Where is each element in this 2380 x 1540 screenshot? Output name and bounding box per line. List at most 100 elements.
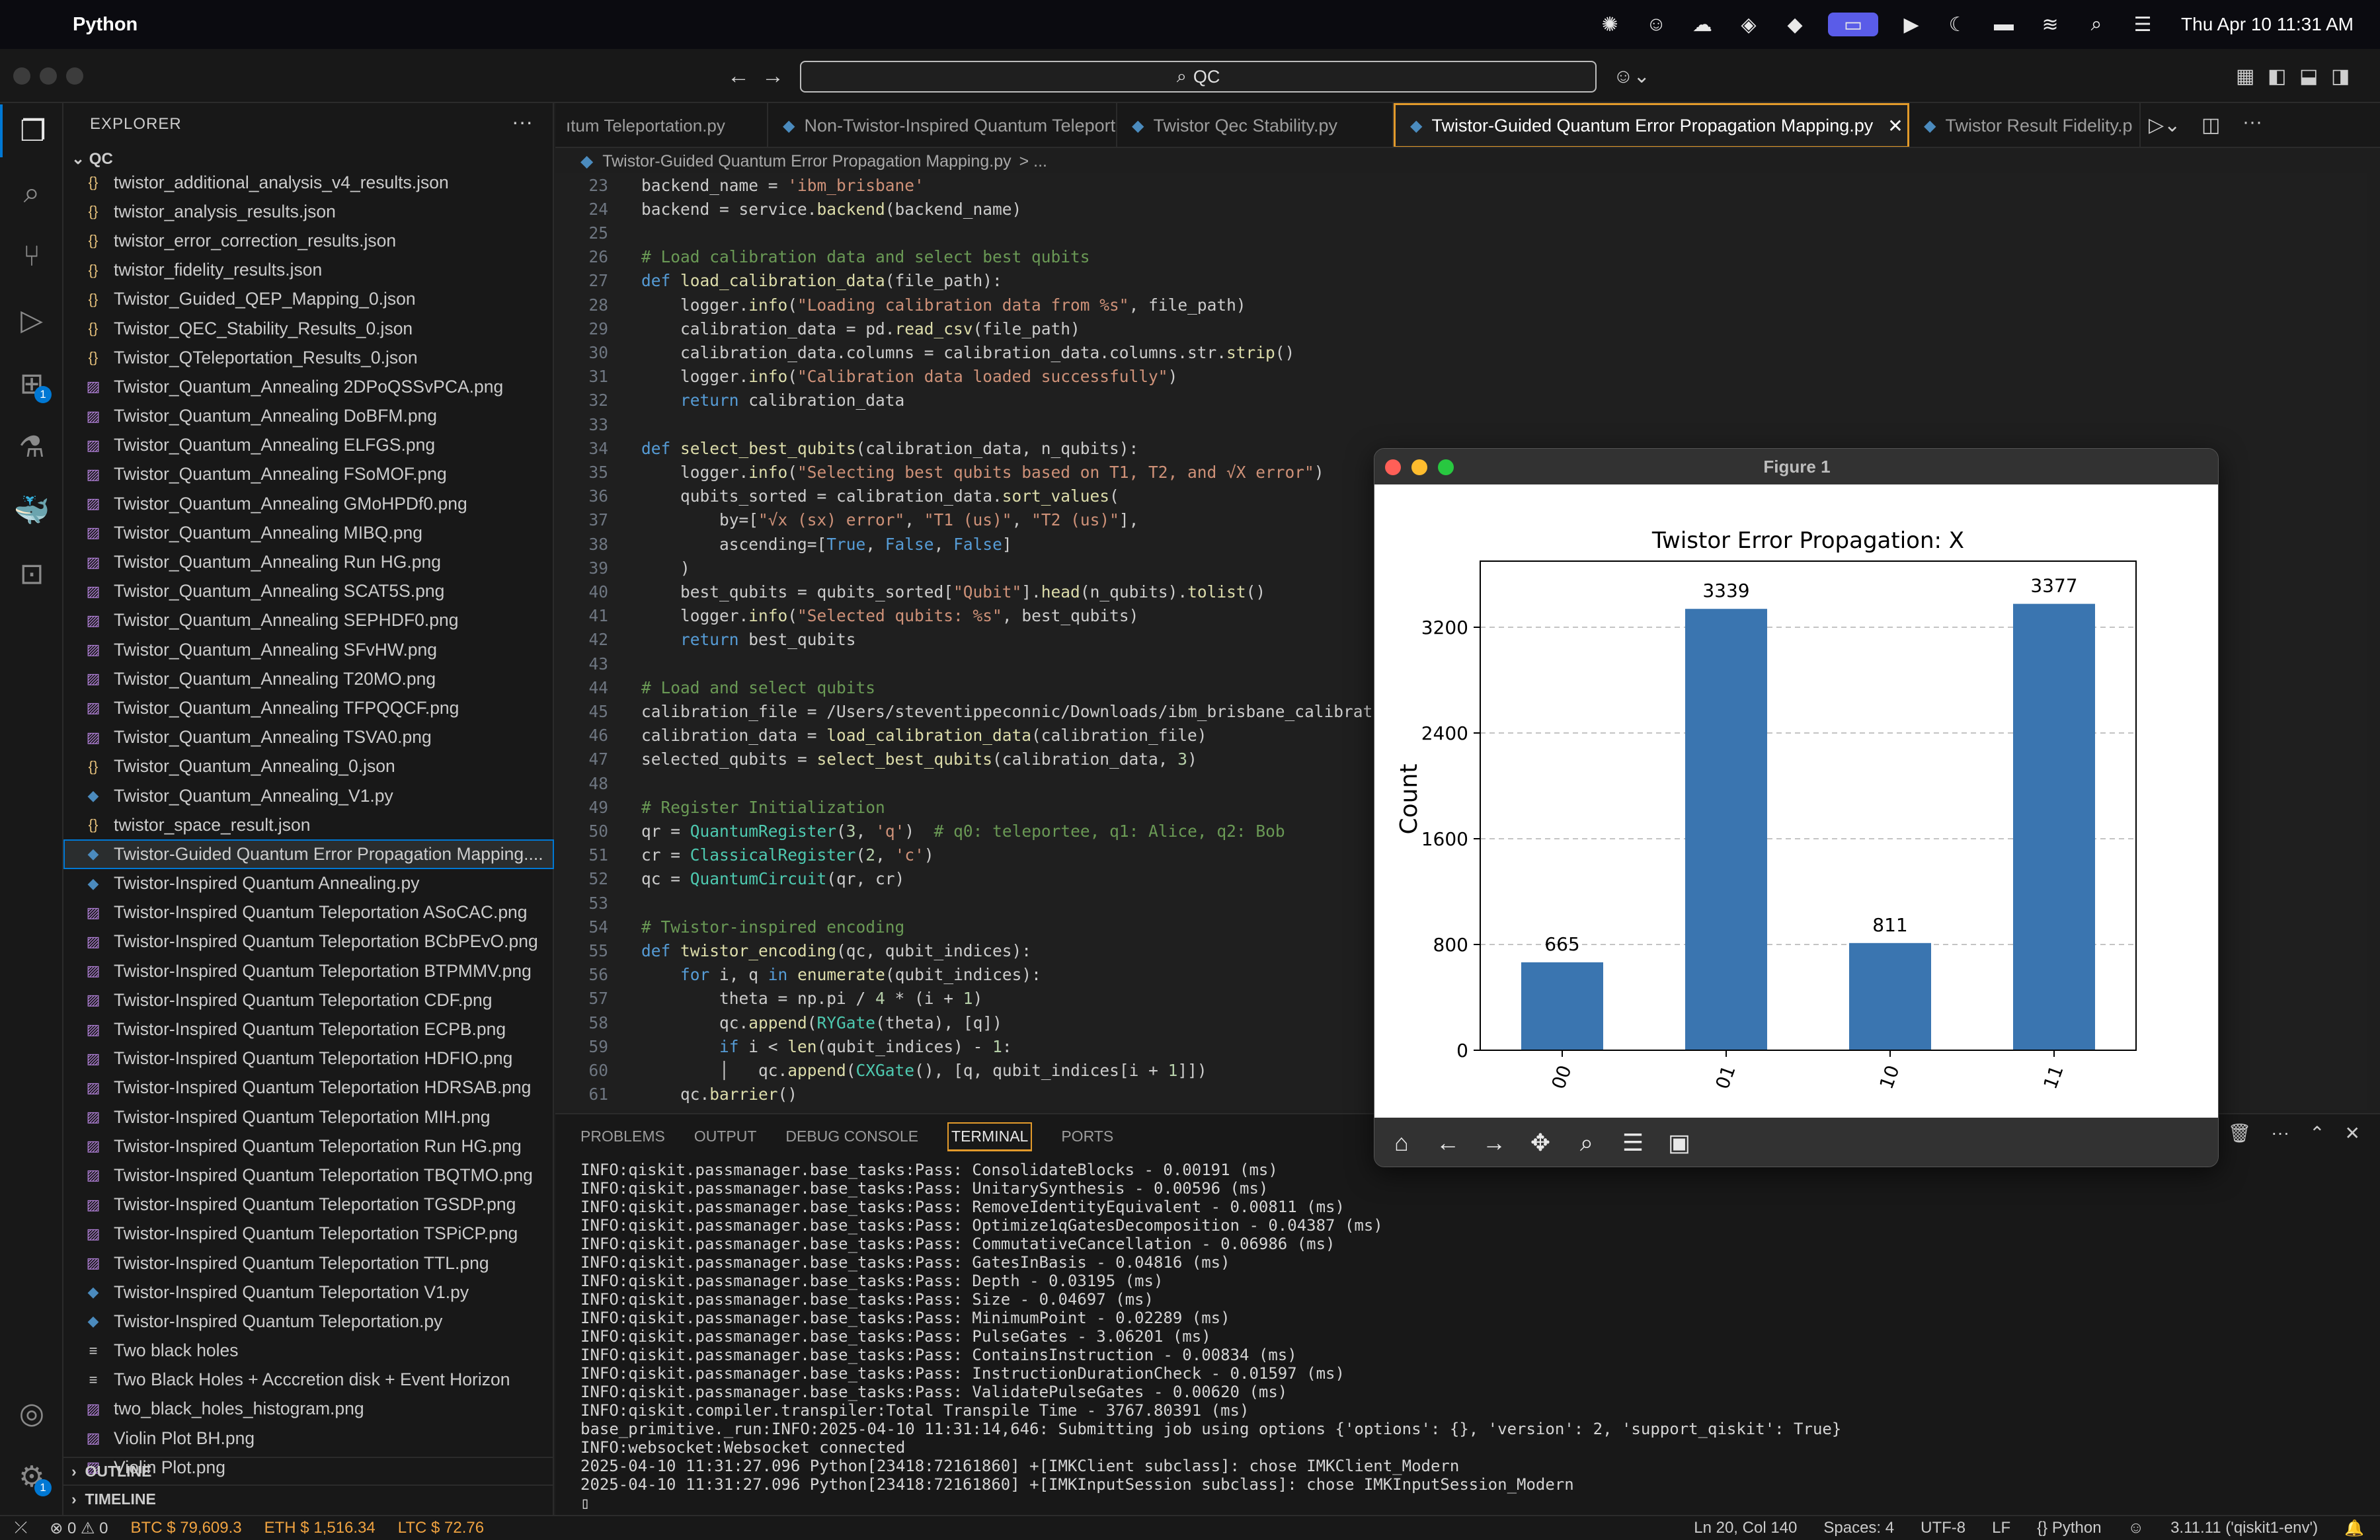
outline-section[interactable]: › OUTLINE	[63, 1457, 554, 1484]
copilot-menu-icon[interactable]: ☺⌄	[1613, 65, 1650, 88]
file-item[interactable]: {} twistor_analysis_results.json	[63, 197, 554, 226]
code-line[interactable]: 33	[555, 412, 2367, 436]
run-debug-icon[interactable]: ▷	[0, 293, 63, 346]
file-item[interactable]: ◆ Twistor-Inspired Quantum Annealing.py	[63, 869, 554, 898]
file-item[interactable]: ▨ Twistor-Inspired Quantum Teleportation …	[63, 1073, 554, 1102]
code-line[interactable]: 28 logger.info("Loading calibration data…	[555, 293, 2367, 317]
accounts-icon[interactable]: ◎	[0, 1387, 63, 1440]
file-item[interactable]: {} twistor_fidelity_results.json	[63, 256, 554, 285]
panel-tab-problems[interactable]: PROBLEMS	[580, 1122, 665, 1151]
file-item[interactable]: ▨ Twistor_Quantum_Annealing SEPHDF0.png	[63, 606, 554, 635]
file-item[interactable]: ▨ Twistor-Inspired Quantum Teleportation …	[63, 1249, 554, 1278]
window-zoom-button[interactable]	[66, 67, 83, 85]
file-item[interactable]: ▨ Twistor_Quantum_Annealing T20MO.png	[63, 664, 554, 693]
spotlight-search-icon[interactable]: ⌕	[2083, 13, 2110, 36]
file-item[interactable]: ▨ Twistor-Inspired Quantum Teleportation …	[63, 927, 554, 956]
timeline-section[interactable]: › TIMELINE	[63, 1484, 554, 1512]
file-item[interactable]: ▨ Twistor_Quantum_Annealing 2DPoQSSvPCA.p…	[63, 372, 554, 401]
copilot-status-icon[interactable]: ☺	[2128, 1519, 2145, 1537]
window-minimize-button[interactable]	[40, 67, 57, 85]
configure-subplots-icon[interactable]: ☰	[1616, 1126, 1649, 1159]
file-item[interactable]: ▨ Twistor-Inspired Quantum Teleportation …	[63, 1044, 554, 1073]
eol-status[interactable]: LF	[1992, 1519, 2010, 1537]
file-item[interactable]: ▨ Twistor-Inspired Quantum Teleportation …	[63, 1219, 554, 1249]
search-icon[interactable]: ⌕	[0, 167, 63, 219]
figure-minimize-button[interactable]	[1411, 459, 1427, 475]
file-item[interactable]: ▨ Twistor-Inspired Quantum Teleportation …	[63, 1161, 554, 1190]
file-item[interactable]: ▨ two_black_holes_histogram.png	[63, 1395, 554, 1424]
file-item[interactable]: ▨ Twistor_Quantum_Annealing TFPQQCF.png	[63, 693, 554, 722]
split-editor-icon[interactable]: ◫	[2202, 114, 2220, 137]
code-line[interactable]: 26 # Load calibration data and select bes…	[555, 245, 2367, 269]
file-item[interactable]: ▨ Twistor_Quantum_Annealing SCAT5S.png	[63, 577, 554, 606]
problems-status[interactable]: ⊗ 0 ⚠ 0	[50, 1519, 108, 1538]
layout-customize-icon[interactable]: ▦	[2236, 65, 2254, 88]
code-line[interactable]: 31 logger.info("Calibration data loaded …	[555, 365, 2367, 389]
tab-twistor-guided-qep-mapping[interactable]: ◆ Twistor-Guided Quantum Error Propagatio…	[1394, 103, 1909, 147]
menubar-clock[interactable]: Thu Apr 10 11:31 AM	[2181, 14, 2354, 35]
cloud-icon[interactable]: ☁	[1689, 13, 1716, 36]
toggle-panel-icon[interactable]: ⬓	[2299, 65, 2318, 88]
file-item[interactable]: {} Twistor_QEC_Stability_Results_0.json	[63, 314, 554, 343]
source-control-icon[interactable]: ⑂	[0, 230, 63, 283]
battery-icon[interactable]: ▬	[1991, 13, 2017, 36]
file-item[interactable]: ▨ Twistor_Quantum_Annealing SFvHW.png	[63, 635, 554, 664]
python-interpreter[interactable]: 3.11.11 ('qiskit1-env')	[2170, 1519, 2318, 1537]
figure-zoom-button[interactable]	[1438, 459, 1454, 475]
code-line[interactable]: 24 backend = service.backend(backend_name…	[555, 197, 2367, 221]
code-line[interactable]: 25	[555, 221, 2367, 245]
home-icon[interactable]: ⌂	[1385, 1126, 1418, 1159]
more-actions-icon[interactable]: ···	[512, 110, 533, 134]
tab-twistor-qec-stability[interactable]: ◆ Twistor Qec Stability.py	[1117, 103, 1394, 147]
zoom-icon[interactable]: ⌕	[1570, 1126, 1603, 1159]
file-item[interactable]: {} twistor_additional_analysis_v4_results…	[63, 168, 554, 197]
code-line[interactable]: 30 calibration_data.columns = calibratio…	[555, 340, 2367, 364]
file-item[interactable]: ▨ Twistor_Quantum_Annealing TSVA0.png	[63, 723, 554, 752]
breadcrumb-symbol[interactable]: > ...	[1019, 152, 1047, 171]
toggle-secondary-sidebar-icon[interactable]: ◨	[2331, 65, 2350, 88]
figure-close-button[interactable]	[1385, 459, 1401, 475]
pan-icon[interactable]: ✥	[1524, 1126, 1557, 1159]
language-mode[interactable]: {} Python	[2037, 1519, 2101, 1537]
explorer-folder-root[interactable]: ⌄ QC	[71, 149, 113, 169]
explorer-icon[interactable]: ❐	[0, 104, 63, 157]
file-item[interactable]: ▨ Twistor-Inspired Quantum Teleportation …	[63, 1132, 554, 1161]
manage-gear-icon[interactable]: ⚙ 1	[0, 1450, 63, 1503]
extensions-icon[interactable]: ⊞ 1	[0, 357, 63, 410]
file-item[interactable]: ▨ Twistor-Inspired Quantum Teleportation …	[63, 1102, 554, 1132]
indentation-status[interactable]: Spaces: 4	[1823, 1519, 1894, 1537]
file-item[interactable]: ▨ Twistor-Inspired Quantum Teleportation …	[63, 1190, 554, 1219]
app-name[interactable]: Python	[73, 14, 138, 36]
maximize-panel-icon[interactable]: ⌃	[2309, 1122, 2324, 1144]
file-item[interactable]: ▨ Twistor-Inspired Quantum Teleportation …	[63, 1015, 554, 1044]
file-item[interactable]: ≡ Two black holes	[63, 1336, 554, 1366]
file-item[interactable]: {} twistor_space_result.json	[63, 810, 554, 839]
close-tab-icon[interactable]: ✕	[1887, 115, 1903, 137]
file-item[interactable]: {} twistor_error_correction_results.json	[63, 226, 554, 255]
panel-tab-terminal[interactable]: TERMINAL	[947, 1122, 1033, 1151]
run-file-icon[interactable]: ▷⌄	[2149, 114, 2180, 137]
panel-tab-output[interactable]: OUTPUT	[694, 1122, 757, 1151]
vpn-icon[interactable]: ◆	[1782, 13, 1808, 36]
file-item[interactable]: {} Twistor_Guided_QEP_Mapping_0.json	[63, 285, 554, 314]
save-figure-icon[interactable]: ▣	[1663, 1126, 1696, 1159]
moon-icon[interactable]: ☾	[1944, 13, 1971, 36]
file-item[interactable]: ◆ Twistor-Inspired Quantum Teleportation …	[63, 1278, 554, 1307]
remote-icon[interactable]: ⤫	[15, 1519, 27, 1537]
toggle-sidebar-icon[interactable]: ◧	[2268, 65, 2286, 88]
notifications-bell-icon[interactable]: 🔔	[2344, 1519, 2364, 1538]
back-icon[interactable]: ←	[1431, 1126, 1464, 1159]
breadcrumb-file[interactable]: Twistor-Guided Quantum Error Propagation…	[602, 152, 1011, 171]
code-line[interactable]: 32 return calibration_data	[555, 389, 2367, 412]
file-item[interactable]: {} Twistor_Quantum_Annealing_0.json	[63, 752, 554, 781]
docker-icon[interactable]: 🐳	[0, 484, 63, 537]
robot-icon[interactable]: ☺	[1643, 13, 1669, 36]
panel-tab-ports[interactable]: PORTS	[1061, 1122, 1113, 1151]
tab-teleportation[interactable]: ıtum Teleportation.py	[555, 103, 768, 147]
tab-twistor-result-fidelity[interactable]: ◆ Twistor Result Fidelity.p	[1909, 103, 2141, 147]
back-arrow-icon[interactable]: ←	[727, 63, 750, 89]
figure-canvas[interactable]: Twistor Error Propagation: X Count 665 33…	[1374, 484, 2218, 1118]
code-line[interactable]: 29 calibration_data = pd.read_csv(file_p…	[555, 317, 2367, 340]
file-item[interactable]: ▨ Twistor_Quantum_Annealing ELFGS.png	[63, 431, 554, 460]
code-line[interactable]: 27 def load_calibration_data(file_path):	[555, 269, 2367, 293]
